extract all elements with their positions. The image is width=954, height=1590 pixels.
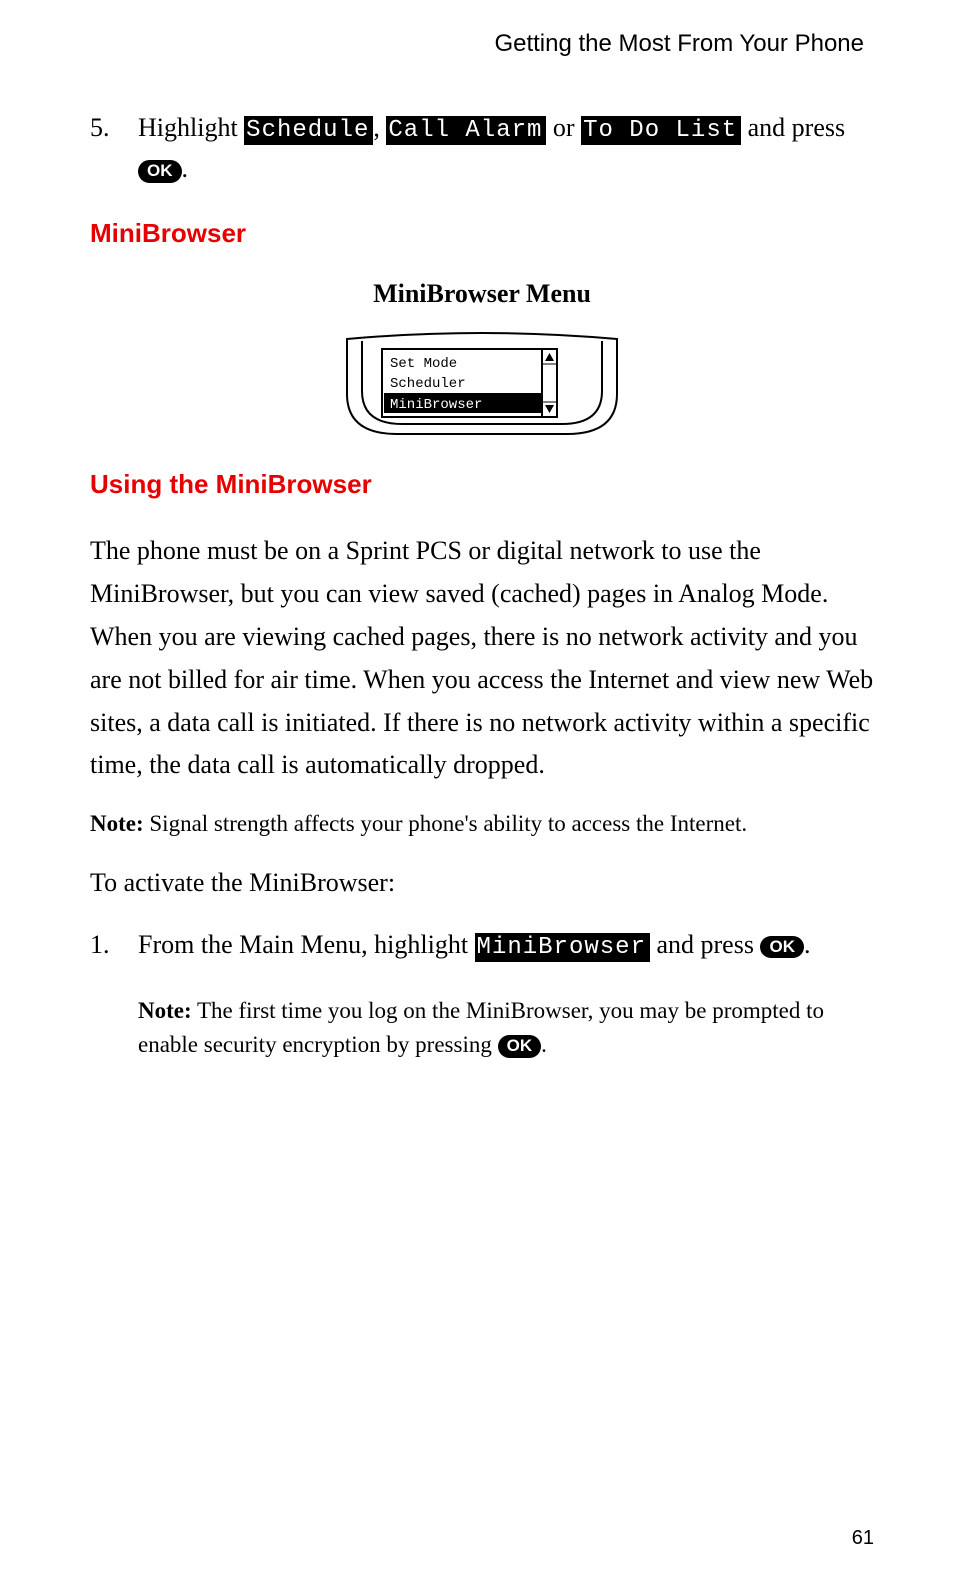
note-text: Signal strength affects your phone's abi… <box>144 811 747 836</box>
ok-button-icon: OK <box>138 160 182 183</box>
diagram-item-3: MiniBrowser <box>390 397 482 413</box>
note-label: Note: <box>90 811 144 836</box>
paragraph-usage: The phone must be on a Sprint PCS or dig… <box>90 530 874 787</box>
paragraph-activate: To activate the MiniBrowser: <box>90 862 874 905</box>
page-header: Getting the Most From Your Phone <box>90 30 874 58</box>
text: and press <box>741 113 845 142</box>
step-number: 1. <box>90 925 138 1083</box>
note-first-login: Note: The first time you log on the Mini… <box>138 994 874 1063</box>
diagram-item-2: Scheduler <box>390 376 466 392</box>
note-text: The first time you log on the MiniBrowse… <box>138 998 824 1058</box>
step-body: Highlight Schedule, Call Alarm or To Do … <box>138 108 874 188</box>
menu-item-minibrowser: MiniBrowser <box>475 933 650 962</box>
note-signal: Note: Signal strength affects your phone… <box>90 807 874 842</box>
text: or <box>546 113 581 142</box>
diagram-item-1: Set Mode <box>390 356 457 372</box>
text: , <box>373 113 386 142</box>
step-number: 5. <box>90 108 138 188</box>
step-body: From the Main Menu, highlight MiniBrowse… <box>138 925 874 1083</box>
text: . <box>804 930 811 959</box>
page-number: 61 <box>852 1527 874 1550</box>
phone-screen-diagram: Set Mode Scheduler MiniBrowser <box>342 329 622 439</box>
heading-minibrowser-menu: MiniBrowser Menu <box>90 279 874 309</box>
note-label: Note: <box>138 998 192 1023</box>
text: . <box>541 1032 547 1057</box>
menu-item-call-alarm: Call Alarm <box>386 116 546 145</box>
menu-item-todo-list: To Do List <box>581 116 741 145</box>
step-1: 1. From the Main Menu, highlight MiniBro… <box>90 925 874 1083</box>
text: and press <box>650 930 760 959</box>
heading-using-minibrowser: Using the MiniBrowser <box>90 469 874 500</box>
ok-button-icon: OK <box>498 1035 542 1058</box>
text: . <box>182 154 189 183</box>
step-5: 5. Highlight Schedule, Call Alarm or To … <box>90 108 874 188</box>
text: Highlight <box>138 113 244 142</box>
menu-item-schedule: Schedule <box>244 116 373 145</box>
ok-button-icon: OK <box>760 936 804 959</box>
page-content: Getting the Most From Your Phone 5. High… <box>0 0 954 1083</box>
text: From the Main Menu, highlight <box>138 930 475 959</box>
heading-minibrowser: MiniBrowser <box>90 218 874 249</box>
